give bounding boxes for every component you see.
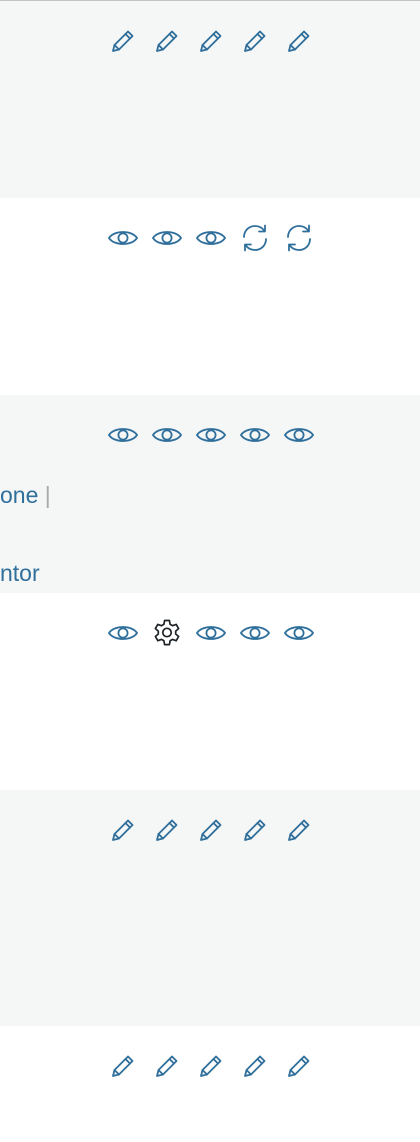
eye-icon[interactable] xyxy=(107,419,139,451)
pencil-icon[interactable] xyxy=(107,814,139,846)
pencil-icon[interactable] xyxy=(151,814,183,846)
pencil-icon[interactable] xyxy=(283,25,315,57)
eye-icon[interactable] xyxy=(195,617,227,649)
row-actions xyxy=(107,222,315,254)
pencil-icon[interactable] xyxy=(151,25,183,57)
link-separator: | xyxy=(44,482,51,508)
eye-icon[interactable] xyxy=(151,419,183,451)
row-actions xyxy=(107,419,315,451)
row-links-line-2: ntor xyxy=(0,559,40,587)
table-row xyxy=(0,1026,420,1142)
table-row xyxy=(0,790,420,1026)
pencil-icon[interactable] xyxy=(107,1050,139,1082)
table-row xyxy=(0,593,420,790)
row-actions xyxy=(107,25,315,57)
eye-icon[interactable] xyxy=(107,222,139,254)
row-actions xyxy=(107,1050,315,1082)
row-actions xyxy=(107,814,315,846)
eye-icon[interactable] xyxy=(283,617,315,649)
pencil-icon[interactable] xyxy=(239,25,271,57)
eye-icon[interactable] xyxy=(239,617,271,649)
pencil-icon[interactable] xyxy=(107,25,139,57)
refresh-icon[interactable] xyxy=(283,222,315,254)
pencil-icon[interactable] xyxy=(239,814,271,846)
gear-icon[interactable] xyxy=(151,617,183,649)
refresh-icon[interactable] xyxy=(239,222,271,254)
eye-icon[interactable] xyxy=(239,419,271,451)
eye-icon[interactable] xyxy=(107,617,139,649)
pencil-icon[interactable] xyxy=(283,1050,315,1082)
table-row: one | ntor xyxy=(0,395,420,593)
eye-icon[interactable] xyxy=(283,419,315,451)
table-row xyxy=(0,1,420,198)
row-actions xyxy=(107,617,315,649)
row-link-one[interactable]: one xyxy=(0,482,38,508)
pencil-icon[interactable] xyxy=(239,1050,271,1082)
table-row xyxy=(0,198,420,395)
eye-icon[interactable] xyxy=(195,222,227,254)
pencil-icon[interactable] xyxy=(283,814,315,846)
pencil-icon[interactable] xyxy=(195,25,227,57)
pencil-icon[interactable] xyxy=(195,814,227,846)
table-page: one | ntor xyxy=(0,0,420,1142)
row-links-line-1: one | xyxy=(0,481,51,509)
pencil-icon[interactable] xyxy=(151,1050,183,1082)
pencil-icon[interactable] xyxy=(195,1050,227,1082)
eye-icon[interactable] xyxy=(151,222,183,254)
row-link-ntor[interactable]: ntor xyxy=(0,560,40,586)
eye-icon[interactable] xyxy=(195,419,227,451)
